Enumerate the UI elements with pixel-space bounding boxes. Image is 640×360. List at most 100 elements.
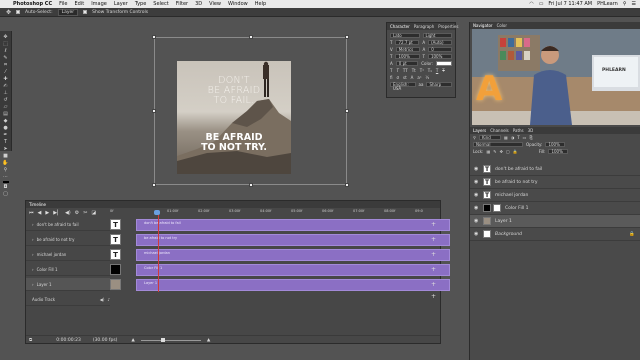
layer-row[interactable]: ◉ Layer 1 xyxy=(470,215,640,228)
track-header[interactable]: › Color Fill 1 xyxy=(26,263,110,276)
tracking-field[interactable]: 0 xyxy=(428,47,452,52)
auto-select-checkbox[interactable] xyxy=(16,10,21,14)
lock-pixels-icon[interactable]: ▦ xyxy=(486,149,490,154)
layer-row[interactable]: ◉ T don't be afraid to fail xyxy=(470,163,640,176)
next-frame-icon[interactable]: ▶▏ xyxy=(53,210,61,216)
vertical-scale-field[interactable]: 100% xyxy=(395,54,420,59)
document-artwork[interactable]: DON'T BE AFRAID TO FAIL. BE AFRAID TO NO… xyxy=(177,61,291,174)
prev-frame-icon[interactable]: ◀ xyxy=(38,210,42,216)
small-caps-button[interactable]: Tt xyxy=(412,68,416,73)
swash-button[interactable]: A xyxy=(411,75,414,80)
track-header[interactable]: › don't be afraid to fail xyxy=(26,218,110,231)
zoom-in-icon[interactable]: ▲ xyxy=(207,338,210,343)
filter-smart-icon[interactable]: ⎘ xyxy=(529,135,532,140)
leading-field[interactable]: (Auto) xyxy=(428,40,453,45)
lock-move-icon[interactable]: ✥ xyxy=(500,149,503,154)
transform-handle-bottom-right[interactable] xyxy=(345,183,349,187)
tab-layers[interactable]: Layers xyxy=(473,128,486,133)
timeline-clip[interactable]: michael jordan xyxy=(136,249,450,261)
shape-tool-icon[interactable]: ■ xyxy=(2,153,10,159)
brush-tool-icon[interactable]: ✍ xyxy=(2,83,10,89)
pen-tool-icon[interactable]: ✒ xyxy=(2,132,10,138)
baseline-field[interactable]: 0 pt xyxy=(395,61,419,66)
timeline-clip[interactable]: Color Fill 1 xyxy=(136,264,450,276)
audio-track-header[interactable]: Audio Track ◀) ♪ xyxy=(26,293,110,306)
search-icon[interactable]: ⚲ xyxy=(623,1,627,7)
font-family-dropdown[interactable]: Lato xyxy=(390,33,420,38)
marquee-tool-icon[interactable]: ⬚ xyxy=(2,41,10,47)
playhead-line[interactable] xyxy=(158,215,159,292)
filter-adjust-icon[interactable]: ◑ xyxy=(511,135,515,140)
show-transform-checkbox[interactable] xyxy=(83,10,88,14)
history-brush-tool-icon[interactable]: ↺ xyxy=(2,97,10,103)
tab-paths[interactable]: Paths xyxy=(513,128,524,133)
fill-field[interactable]: 100% xyxy=(548,149,569,154)
tab-3d[interactable]: 3D xyxy=(528,128,534,133)
menu-view[interactable]: View xyxy=(209,1,221,7)
menu-clock[interactable]: Fri Jul 7 11:47 AM xyxy=(548,1,592,7)
opacity-field[interactable]: 100% xyxy=(545,142,566,147)
lock-artboard-icon[interactable]: ▢ xyxy=(506,149,510,154)
battery-icon[interactable]: ▭ xyxy=(539,1,544,7)
lock-paint-icon[interactable]: ✎ xyxy=(493,149,496,154)
layer-row[interactable]: ◉ T be afraid to not try xyxy=(470,176,640,189)
underline-button[interactable]: T xyxy=(436,68,438,73)
add-media-icon[interactable]: + xyxy=(431,221,436,228)
antialias-dropdown[interactable]: Sharp xyxy=(426,82,452,87)
quick-select-tool-icon[interactable]: ✎ xyxy=(2,55,10,61)
add-media-icon[interactable]: + xyxy=(431,266,436,273)
all-caps-button[interactable]: TT xyxy=(403,68,408,73)
add-media-icon[interactable]: + xyxy=(431,251,436,258)
menu-window[interactable]: Window xyxy=(228,1,248,7)
timeline-clip[interactable]: don't be afraid to fail xyxy=(136,219,450,231)
menu-filter[interactable]: Filter xyxy=(176,1,188,7)
blend-mode-dropdown[interactable]: Normal xyxy=(473,142,523,147)
tab-color[interactable]: Color xyxy=(497,23,507,28)
timeline-clip[interactable]: Layer 1 xyxy=(136,279,450,291)
visibility-eye-icon[interactable]: ◉ xyxy=(474,219,479,224)
stylistic-button[interactable]: st xyxy=(403,75,407,80)
lock-all-icon[interactable]: 🔒 xyxy=(513,149,518,154)
lasso-tool-icon[interactable]: ℓ xyxy=(2,48,10,54)
menu-help[interactable]: Help xyxy=(255,1,266,7)
hand-tool-icon[interactable]: ✋ xyxy=(2,160,10,166)
menu-user[interactable]: PHLearn xyxy=(597,1,618,7)
move-tool-icon[interactable]: ✥ xyxy=(2,34,10,40)
list-icon[interactable]: ☰ xyxy=(632,1,636,7)
menu-3d[interactable]: 3D xyxy=(195,1,202,7)
visibility-eye-icon[interactable]: ◉ xyxy=(474,180,479,185)
menu-app-name[interactable]: Photoshop CC xyxy=(13,1,52,7)
quick-mask-icon[interactable]: ◘ xyxy=(2,184,10,190)
convert-frames-icon[interactable]: ⧉ xyxy=(29,337,32,343)
filter-pixel-icon[interactable]: ▦ xyxy=(504,135,508,140)
menu-file[interactable]: File xyxy=(59,1,67,7)
menu-image[interactable]: Image xyxy=(91,1,107,7)
audio-mute-icon[interactable]: ◀) xyxy=(100,297,105,302)
tab-navigator[interactable]: Navigator xyxy=(473,23,493,28)
menu-edit[interactable]: Edit xyxy=(75,1,85,7)
layer-filter-dropdown[interactable]: Kind xyxy=(478,135,501,140)
split-icon[interactable]: ✂ xyxy=(83,210,87,216)
track-expand-icon[interactable]: › xyxy=(32,252,34,257)
more-tools-icon[interactable]: ⋯ xyxy=(2,174,10,180)
visibility-eye-icon[interactable]: ◉ xyxy=(474,167,479,172)
ordinals-button[interactable]: aᵃ xyxy=(417,75,421,80)
wifi-icon[interactable]: ◠ xyxy=(529,1,533,7)
play-icon[interactable]: ▶ xyxy=(45,210,49,216)
zoom-slider[interactable] xyxy=(140,337,201,342)
kerning-field[interactable]: Metrics xyxy=(395,47,420,52)
zoom-slider-knob[interactable] xyxy=(160,337,165,342)
first-frame-icon[interactable]: ⏮ xyxy=(29,210,34,216)
track-expand-icon[interactable]: › xyxy=(32,237,34,242)
crop-tool-icon[interactable]: ⌗ xyxy=(2,62,10,68)
eyedropper-tool-icon[interactable]: ⁄ xyxy=(2,69,10,75)
font-style-dropdown[interactable]: Light xyxy=(422,33,452,38)
transform-handle-left[interactable] xyxy=(152,109,156,113)
add-media-icon[interactable]: + xyxy=(431,236,436,243)
subscript-button[interactable]: T₁ xyxy=(428,68,432,73)
transform-handle-top-left[interactable] xyxy=(152,35,156,39)
track-expand-icon[interactable]: › xyxy=(32,282,34,287)
transform-handle-top-right[interactable] xyxy=(345,35,349,39)
add-audio-icon[interactable]: + xyxy=(431,293,436,300)
visibility-eye-icon[interactable]: ◉ xyxy=(474,206,479,211)
